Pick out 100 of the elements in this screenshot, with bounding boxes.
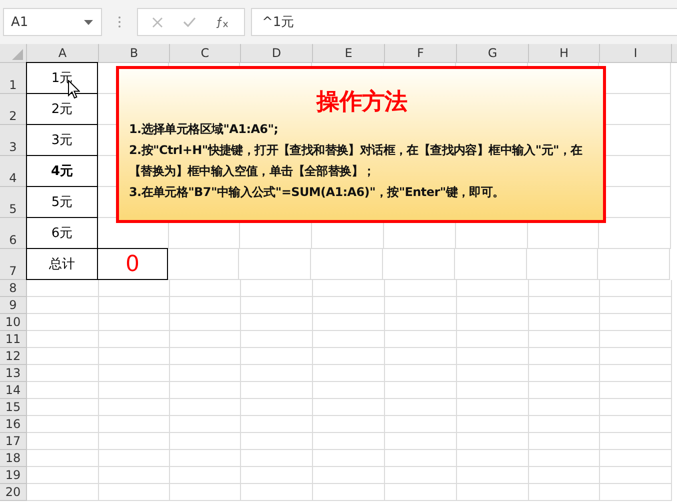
- column-header[interactable]: D: [241, 44, 313, 62]
- table-cell: [385, 382, 457, 399]
- table-cell: [313, 467, 385, 484]
- table-cell: [99, 484, 170, 501]
- table-cell: [457, 280, 529, 297]
- table-cell: [600, 297, 672, 314]
- row-header[interactable]: 19: [0, 467, 27, 484]
- column-header[interactable]: E: [313, 44, 385, 62]
- table-cell: [99, 416, 170, 433]
- table-cell: [600, 416, 672, 433]
- row-header[interactable]: 5: [0, 187, 27, 218]
- table-cell: [170, 382, 241, 399]
- table-cell: [457, 433, 529, 450]
- table-cell: [600, 348, 672, 365]
- column-header[interactable]: B: [99, 44, 170, 62]
- table-cell: [241, 433, 313, 450]
- instruction-title: 操作方法: [315, 88, 408, 117]
- table-cell: [600, 280, 672, 297]
- table-cell: [457, 416, 529, 433]
- row-header[interactable]: 20: [0, 484, 27, 501]
- table-cell: [529, 314, 600, 331]
- row-header[interactable]: 12: [0, 348, 27, 365]
- table-cell: [527, 249, 598, 280]
- column-header[interactable]: F: [385, 44, 457, 62]
- table-cell: [385, 365, 457, 382]
- table-cell: [457, 399, 529, 416]
- table-cell: [385, 280, 457, 297]
- row-header[interactable]: 4: [0, 156, 27, 187]
- table-cell: [529, 450, 600, 467]
- row-header[interactable]: 11: [0, 331, 27, 348]
- table-cell: [27, 348, 99, 365]
- table-cell: [241, 484, 313, 501]
- table-cell: [99, 399, 170, 416]
- table-cell: [313, 297, 385, 314]
- table-cell: [241, 280, 313, 297]
- table-cell: [385, 433, 457, 450]
- name-box[interactable]: A1: [3, 8, 102, 36]
- table-cell: [598, 249, 670, 280]
- table-cell: [457, 484, 529, 501]
- table-cell: [529, 280, 600, 297]
- table-cell: [600, 450, 672, 467]
- row-header[interactable]: 18: [0, 450, 27, 467]
- table-cell: [313, 382, 385, 399]
- table-cell: [529, 399, 600, 416]
- table-cell: [99, 467, 170, 484]
- table-cell: [170, 450, 241, 467]
- table-cell: [168, 249, 239, 280]
- table-cell: [170, 280, 241, 297]
- table-cell: [313, 331, 385, 348]
- table-cell: [170, 331, 241, 348]
- table-cell: [239, 249, 311, 280]
- table-cell: [241, 365, 313, 382]
- row-header[interactable]: 14: [0, 382, 27, 399]
- table-cell: [600, 331, 672, 348]
- table-cell: [529, 467, 600, 484]
- column-header[interactable]: A: [27, 44, 99, 62]
- table-cell: [170, 484, 241, 501]
- table-cell: [241, 467, 313, 484]
- instruction-text: 1.选择单元格区域"A1:A6";: [129, 121, 280, 138]
- row-header[interactable]: 10: [0, 314, 27, 331]
- table-cell: [385, 297, 457, 314]
- column-header[interactable]: I: [600, 44, 672, 62]
- table-cell: [99, 348, 170, 365]
- table-cell: [529, 382, 600, 399]
- row-header[interactable]: 13: [0, 365, 27, 382]
- table-cell: [457, 297, 529, 314]
- cancel-icon[interactable]: [152, 16, 163, 28]
- table-cell: [313, 433, 385, 450]
- table-cell: [27, 314, 99, 331]
- function-icon[interactable]: [216, 16, 230, 28]
- column-header[interactable]: H: [529, 44, 600, 62]
- formula-field[interactable]: ^1元: [251, 8, 677, 36]
- row-header[interactable]: 9: [0, 297, 27, 314]
- table-cell: [27, 280, 99, 297]
- row-header[interactable]: 1: [0, 63, 27, 94]
- table-cell: 总计: [26, 248, 98, 280]
- column-header[interactable]: G: [457, 44, 529, 62]
- dropdown-caret-icon[interactable]: [84, 20, 93, 24]
- table-cell: [241, 348, 313, 365]
- row-header[interactable]: 17: [0, 433, 27, 450]
- row-header[interactable]: 3: [0, 125, 27, 156]
- table-cell: [529, 433, 600, 450]
- table-cell: [170, 314, 241, 331]
- row-header[interactable]: 16: [0, 416, 27, 433]
- check-icon[interactable]: [183, 17, 196, 27]
- row-header[interactable]: 15: [0, 399, 27, 416]
- table-cell: [385, 484, 457, 501]
- row-header[interactable]: 8: [0, 280, 27, 297]
- table-cell: [99, 382, 170, 399]
- row-header[interactable]: 2: [0, 94, 27, 125]
- row-header[interactable]: 6: [0, 218, 27, 249]
- table-cell: [241, 331, 313, 348]
- table-cell: [457, 314, 529, 331]
- table-cell: [170, 399, 241, 416]
- table-cell: [600, 484, 672, 501]
- drag-handle-icon: [118, 16, 121, 28]
- column-header[interactable]: C: [170, 44, 241, 62]
- row-header[interactable]: 7: [0, 249, 27, 280]
- table-cell: [529, 365, 600, 382]
- table-cell: [383, 249, 455, 280]
